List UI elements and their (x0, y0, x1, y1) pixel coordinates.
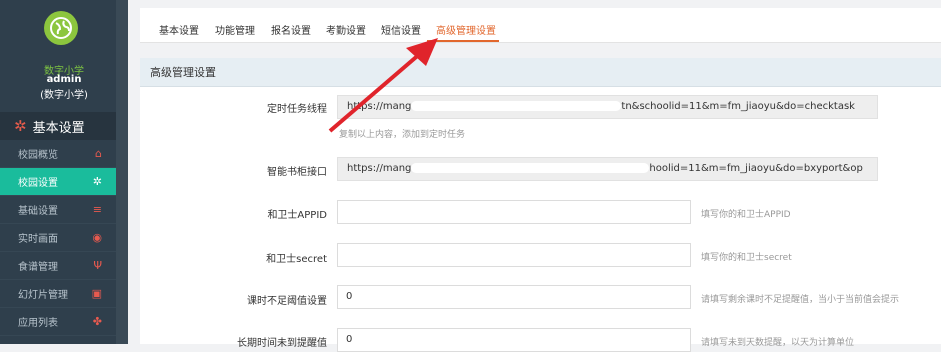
active-tab-indicator (427, 40, 499, 42)
scheduled-task-label: 定时任务线程 (267, 104, 327, 115)
sidebar-item-label: 应用列表 (18, 318, 58, 329)
tab-attendance-settings[interactable]: 考勤设置 (326, 22, 366, 37)
redacted-blur (411, 101, 622, 111)
cutlery-icon: Ψ (93, 259, 102, 272)
sidebar-menu: 校园概览 ⌂ 校园设置 ✲ 基础设置 ≡ 实时画面 ◉ 食谱管理 Ψ 幻灯片管理… (0, 140, 116, 336)
sidebar-item-slides-management[interactable]: 幻灯片管理 ▣ (0, 280, 116, 308)
sidebar-item-campus-overview[interactable]: 校园概览 ⌂ (0, 140, 116, 168)
class-threshold-label: 课时不足阈值设置 (247, 296, 327, 307)
sidebar-item-label: 校园设置 (18, 178, 58, 189)
sidebar: 数字小学 admin (数字小学) ✲ 基本设置 校园概览 ⌂ 校园设置 ✲ 基… (0, 0, 128, 344)
sidebar-item-label: 幻灯片管理 (18, 290, 68, 301)
appid-input[interactable] (337, 200, 691, 224)
sidebar-item-basic-settings[interactable]: 基础设置 ≡ (0, 196, 116, 224)
sidebar-item-campus-settings[interactable]: 校园设置 ✲ (0, 168, 116, 196)
eye-icon: ◉ (92, 231, 102, 244)
sidebar-item-label: 校园概览 (18, 150, 58, 161)
sidebar-divider (116, 0, 128, 344)
tab-advanced-settings[interactable]: 高级管理设置 (436, 22, 496, 37)
secret-input[interactable] (337, 243, 691, 267)
menu-section-basic-settings[interactable]: ✲ 基本设置 (0, 112, 116, 140)
sidebar-item-label: 食谱管理 (18, 262, 58, 273)
tab-feature-management[interactable]: 功能管理 (215, 22, 255, 37)
gear-icon: ✲ (92, 175, 102, 188)
smart-bookcase-label: 智能书柜接口 (267, 167, 327, 178)
scheduled-task-url-field[interactable]: https://mang tn&schoolid=11&m=fm_jiaoyu&d… (337, 95, 878, 119)
sidebar-item-menu-management[interactable]: 食谱管理 Ψ (0, 252, 116, 280)
gear-icon: ✲ (14, 117, 27, 135)
image-icon: ▣ (91, 287, 102, 300)
tab-registration-settings[interactable]: 报名设置 (271, 22, 311, 37)
secret-help: 填写你的和卫士secret (701, 253, 792, 263)
globe-logo-icon (44, 11, 78, 45)
apps-icon: ✤ (92, 315, 102, 328)
absence-reminder-help: 请填写未到天数提醒，以天为计算单位 (701, 338, 855, 348)
sidebar-item-app-list[interactable]: 应用列表 ✤ (0, 308, 116, 336)
class-threshold-help: 请填写剩余课时不足提醒值，当小于当前值会提示 (701, 295, 900, 305)
user-school: (数字小学) (40, 90, 88, 101)
class-threshold-input[interactable]: 0 (337, 285, 691, 309)
tab-sms-settings[interactable]: 短信设置 (381, 22, 421, 37)
absence-reminder-input[interactable]: 0 (337, 328, 691, 352)
sidebar-item-live-view[interactable]: 实时画面 ◉ (0, 224, 116, 252)
tab-basic-settings[interactable]: 基本设置 (159, 22, 199, 37)
panel-title: 高级管理设置 (140, 58, 941, 87)
sidebar-item-label: 基础设置 (18, 206, 58, 217)
bank-icon: ⌂ (95, 147, 102, 160)
redacted-blur (411, 163, 650, 173)
smart-bookcase-url-field[interactable]: https://mang hoolid=11&m=fm_jiaoyu&do=bxy… (337, 157, 878, 181)
sidebar-item-label: 实时画面 (18, 234, 58, 245)
list-icon: ≡ (92, 203, 102, 216)
menu-section-label: 基本设置 (32, 120, 85, 136)
scheduled-task-help: 复制以上内容，添加到定时任务 (339, 130, 466, 140)
secret-label: 和卫士secret (266, 254, 327, 265)
appid-help: 填写你的和卫士APPID (701, 210, 791, 220)
username: admin (46, 74, 82, 85)
settings-tabs: 基本设置 功能管理 报名设置 考勤设置 短信设置 高级管理设置 (140, 8, 941, 43)
appid-label: 和卫士APPID (267, 210, 327, 221)
absence-reminder-label: 长期时间未到提醒值 (237, 338, 327, 349)
